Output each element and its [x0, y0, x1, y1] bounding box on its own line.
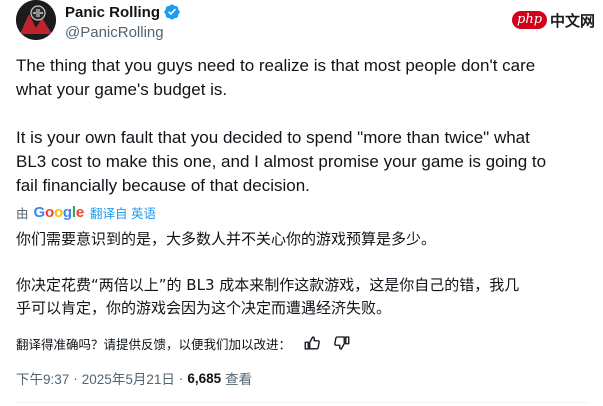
author-block: Panic Rolling @PanicRolling — [65, 2, 181, 41]
views-count: 6,685 — [187, 370, 222, 386]
watermark-cn: 中文网 — [550, 12, 596, 30]
tweet-text: The thing that you guys need to realize … — [16, 56, 547, 195]
divider — [16, 402, 587, 403]
site-watermark: php 中文网 — [512, 10, 595, 30]
meta-separator-2: · — [178, 370, 184, 386]
tweet-time[interactable]: 下午9:37 — [16, 368, 69, 388]
translated-from-link[interactable]: 翻译自 英语 — [90, 203, 156, 222]
thumbs-up-icon[interactable] — [303, 334, 321, 352]
avatar-image — [16, 0, 56, 40]
avatar[interactable] — [16, 0, 56, 40]
views-label: 查看 — [225, 372, 253, 387]
google-logo-icon: Google — [33, 203, 85, 221]
tweet-date[interactable]: 2025年5月21日 — [82, 368, 175, 388]
translated-by-prefix: 由 — [16, 206, 29, 221]
meta-separator: · — [73, 370, 78, 386]
feedback-question: 翻译得准确吗？请提供反馈，以便我们加以改进： — [16, 336, 292, 352]
translation-feedback: 翻译得准确吗？请提供反馈，以便我们加以改进： — [16, 332, 351, 354]
translation-attribution: 由 Google 翻译自 英语 — [16, 202, 156, 222]
author-name[interactable]: Panic Rolling — [65, 4, 160, 21]
author-handle[interactable]: @PanicRolling — [65, 24, 181, 41]
thumbs-down-icon[interactable] — [333, 334, 351, 352]
verified-badge-icon[interactable] — [163, 3, 181, 21]
tweet-meta: 下午9:37 · 2025年5月21日 · 6,685 查看 — [16, 368, 252, 388]
tweet: Panic Rolling @PanicRolling php 中文网 The … — [0, 0, 603, 406]
translated-text: 你们需要意识到的是，大多数人并不关心你的游戏预算是多少。 你决定花费“两倍以上”… — [16, 230, 520, 317]
watermark-php: php — [512, 11, 548, 29]
